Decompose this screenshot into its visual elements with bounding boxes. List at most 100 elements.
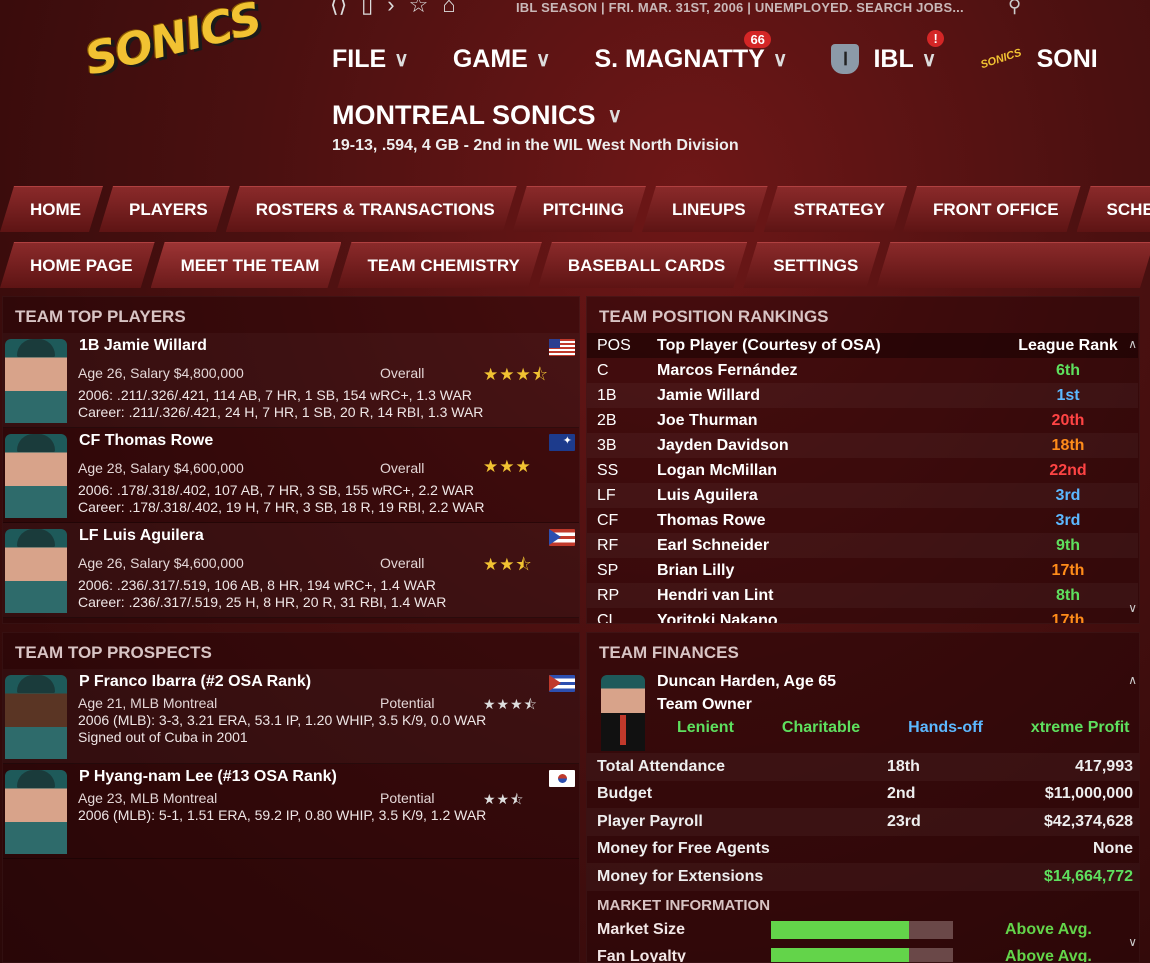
status-text[interactable]: IBL SEASON | FRI. MAR. 31ST, 2006 | UNEM…	[516, 0, 964, 15]
player-info: Age 28, Salary $4,600,000	[78, 460, 244, 476]
notification-badge: 66	[744, 30, 771, 48]
season-stats: 2006: .236/.317/.519, 106 AB, 8 HR, 194 …	[78, 577, 436, 593]
column-header-player[interactable]: Top Player (Courtesy of OSA)	[657, 333, 998, 358]
table-row[interactable]: 1B Jamie Willard 1st	[587, 383, 1138, 408]
tab-front-office[interactable]: FRONT OFFICE	[903, 186, 1081, 232]
pos-cell: SS	[597, 461, 619, 479]
market-row: Fan Loyalty Above Avg.	[587, 944, 1139, 963]
tab-lineups[interactable]: LINEUPS	[642, 186, 768, 232]
player-cell[interactable]: Logan McMillan	[657, 458, 998, 483]
table-row[interactable]: RP Hendri van Lint 8th	[587, 583, 1138, 608]
prospect-list: P Franco Ibarra (#2 OSA Rank) Age 21, ML…	[3, 669, 579, 859]
career-stats: Career: .178/.318/.402, 19 H, 7 HR, 3 SB…	[78, 499, 485, 515]
team-top-prospects-panel: TEAM TOP PROSPECTS P Franco Ibarra (#2 O…	[2, 632, 580, 963]
tab-players[interactable]: PLAYERS	[99, 186, 230, 232]
chevron-down-icon: ∨	[394, 48, 409, 71]
player-card[interactable]: CF Thomas Rowe Age 28, Salary $4,600,000…	[3, 428, 579, 523]
back-forward-icon[interactable]: ⟨⟩	[330, 0, 347, 16]
player-cell[interactable]: Joe Thurman	[657, 408, 998, 433]
prospect-card[interactable]: P Franco Ibarra (#2 OSA Rank) Age 21, ML…	[3, 669, 579, 764]
table-row[interactable]: SP Brian Lilly 17th	[587, 558, 1138, 583]
player-name[interactable]: P Franco Ibarra (#2 OSA Rank)	[79, 673, 311, 691]
tab-home-page[interactable]: HOME PAGE	[0, 242, 155, 288]
menu-file[interactable]: FILE ∨	[332, 45, 409, 74]
player-info: Age 21, MLB Montreal	[78, 695, 218, 711]
home-icon[interactable]: ⌂	[442, 0, 455, 16]
chevron-down-icon: ∨	[535, 48, 551, 71]
prospect-card[interactable]: P Hyang-nam Lee (#13 OSA Rank) Age 23, M…	[3, 764, 579, 859]
player-name[interactable]: LF Luis Aguilera	[79, 527, 204, 545]
table-row[interactable]: SS Logan McMillan 22nd	[587, 458, 1138, 483]
table-row[interactable]: RF Earl Schneider 9th	[587, 533, 1138, 558]
market-value: Above Avg.	[1005, 948, 1092, 963]
owner-trait: xtreme Profit	[1030, 719, 1130, 736]
tab-baseball-cards[interactable]: BASEBALL CARDS	[538, 242, 747, 288]
tab-meet-the-team[interactable]: MEET THE TEAM	[151, 242, 342, 288]
career-stats: Career: .236/.317/.519, 25 H, 8 HR, 20 R…	[78, 594, 447, 610]
column-header-rank[interactable]: League Rank	[998, 333, 1138, 358]
tab-schedule[interactable]: SCHED	[1077, 186, 1150, 232]
finance-rank: 18th	[887, 757, 920, 775]
market-value: Above Avg.	[1005, 921, 1092, 938]
player-cell[interactable]: Marcos Fernández	[657, 358, 998, 383]
table-row[interactable]: LF Luis Aguilera 3rd	[587, 483, 1138, 508]
player-card[interactable]: LF Luis Aguilera Age 26, Salary $4,600,0…	[3, 523, 579, 618]
player-cell[interactable]: Brian Lilly	[657, 558, 998, 583]
tab-strategy[interactable]: STRATEGY	[764, 186, 907, 232]
rating-stars: ★★★⯪	[483, 696, 538, 712]
chevron-down-icon: ∨	[921, 48, 937, 71]
menu-league[interactable]: Ⅰ IBL ! ∨	[831, 30, 944, 74]
scroll-up-icon[interactable]: ∧	[1128, 337, 1137, 351]
player-cell[interactable]: Luis Aguilera	[657, 483, 998, 508]
pos-cell: RF	[587, 533, 657, 558]
player-cell[interactable]: Hendri van Lint	[657, 583, 998, 608]
chevron-down-icon: ∨	[607, 105, 623, 127]
player-name[interactable]: CF Thomas Rowe	[79, 432, 213, 450]
player-card[interactable]: 1B Jamie Willard Age 26, Salary $4,800,0…	[3, 333, 579, 428]
finance-value: 417,993	[1075, 757, 1133, 775]
tab-home[interactable]: HOME	[0, 186, 103, 232]
alert-badge: !	[927, 30, 944, 47]
table-row[interactable]: 2B Joe Thurman 20th	[587, 408, 1138, 433]
menu-team[interactable]: SONICS SONI	[980, 45, 1098, 74]
table-row[interactable]: CF Thomas Rowe 3rd	[587, 508, 1138, 533]
scroll-down-icon[interactable]: ∨	[1128, 601, 1137, 615]
table-row[interactable]: 3B Jayden Davidson 18th	[587, 433, 1138, 458]
table-row[interactable]: CL Yoritoki Nakano 17th	[587, 608, 1138, 624]
finance-row: Total Attendance 18th 417,993	[587, 753, 1139, 781]
market-info-title: MARKET INFORMATION	[597, 896, 771, 914]
scroll-down-icon[interactable]: ∨	[1128, 935, 1137, 949]
owner-name[interactable]: Duncan Harden, Age 65	[657, 673, 836, 691]
player-cell[interactable]: Earl Schneider	[657, 533, 998, 558]
menu-manager[interactable]: S. MAGNATTY 66 ∨	[594, 30, 787, 74]
menu-manager-label: S. MAGNATTY	[594, 44, 765, 73]
star-icon[interactable]: ☆	[409, 0, 429, 16]
tab-rosters-transactions[interactable]: ROSTERS & TRANSACTIONS	[226, 186, 517, 232]
tab-settings[interactable]: SETTINGS	[743, 242, 880, 288]
player-name[interactable]: 1B Jamie Willard	[79, 337, 207, 355]
player-cell[interactable]: Jayden Davidson	[657, 433, 998, 458]
bookmark-icon[interactable]: ▯	[361, 0, 373, 16]
team-title[interactable]: MONTREAL SONICS ∨	[332, 100, 622, 131]
player-name[interactable]: P Hyang-nam Lee (#13 OSA Rank)	[79, 768, 337, 786]
rating-stars: ★★★⯪	[483, 365, 549, 384]
rank-cell: 1st	[998, 383, 1138, 408]
player-cell[interactable]: Jamie Willard	[657, 383, 998, 408]
player-cell[interactable]: Yoritoki Nakano	[657, 608, 998, 624]
pos-cell: C	[597, 361, 609, 379]
tab-pitching[interactable]: PITCHING	[513, 186, 646, 232]
pos-cell: 1B	[587, 383, 657, 408]
finance-label: Total Attendance	[597, 757, 726, 775]
menu-game[interactable]: GAME ∨	[453, 45, 551, 74]
tab-team-chemistry[interactable]: TEAM CHEMISTRY	[337, 242, 541, 288]
search-icon[interactable]: ⚲	[1008, 0, 1021, 17]
column-header-pos[interactable]: POS	[587, 333, 657, 358]
pos-cell: 3B	[587, 433, 657, 458]
rank-cell: 3rd	[1055, 511, 1081, 529]
season-stats: 2006 (MLB): 5-1, 1.51 ERA, 59.2 IP, 0.80…	[78, 807, 487, 823]
overall-label: Overall	[380, 365, 425, 381]
potential-label: Potential	[380, 790, 435, 806]
next-icon[interactable]: ›	[387, 0, 394, 16]
player-cell[interactable]: Thomas Rowe	[657, 508, 998, 533]
table-row[interactable]: C Marcos Fernández 6th	[587, 358, 1138, 383]
